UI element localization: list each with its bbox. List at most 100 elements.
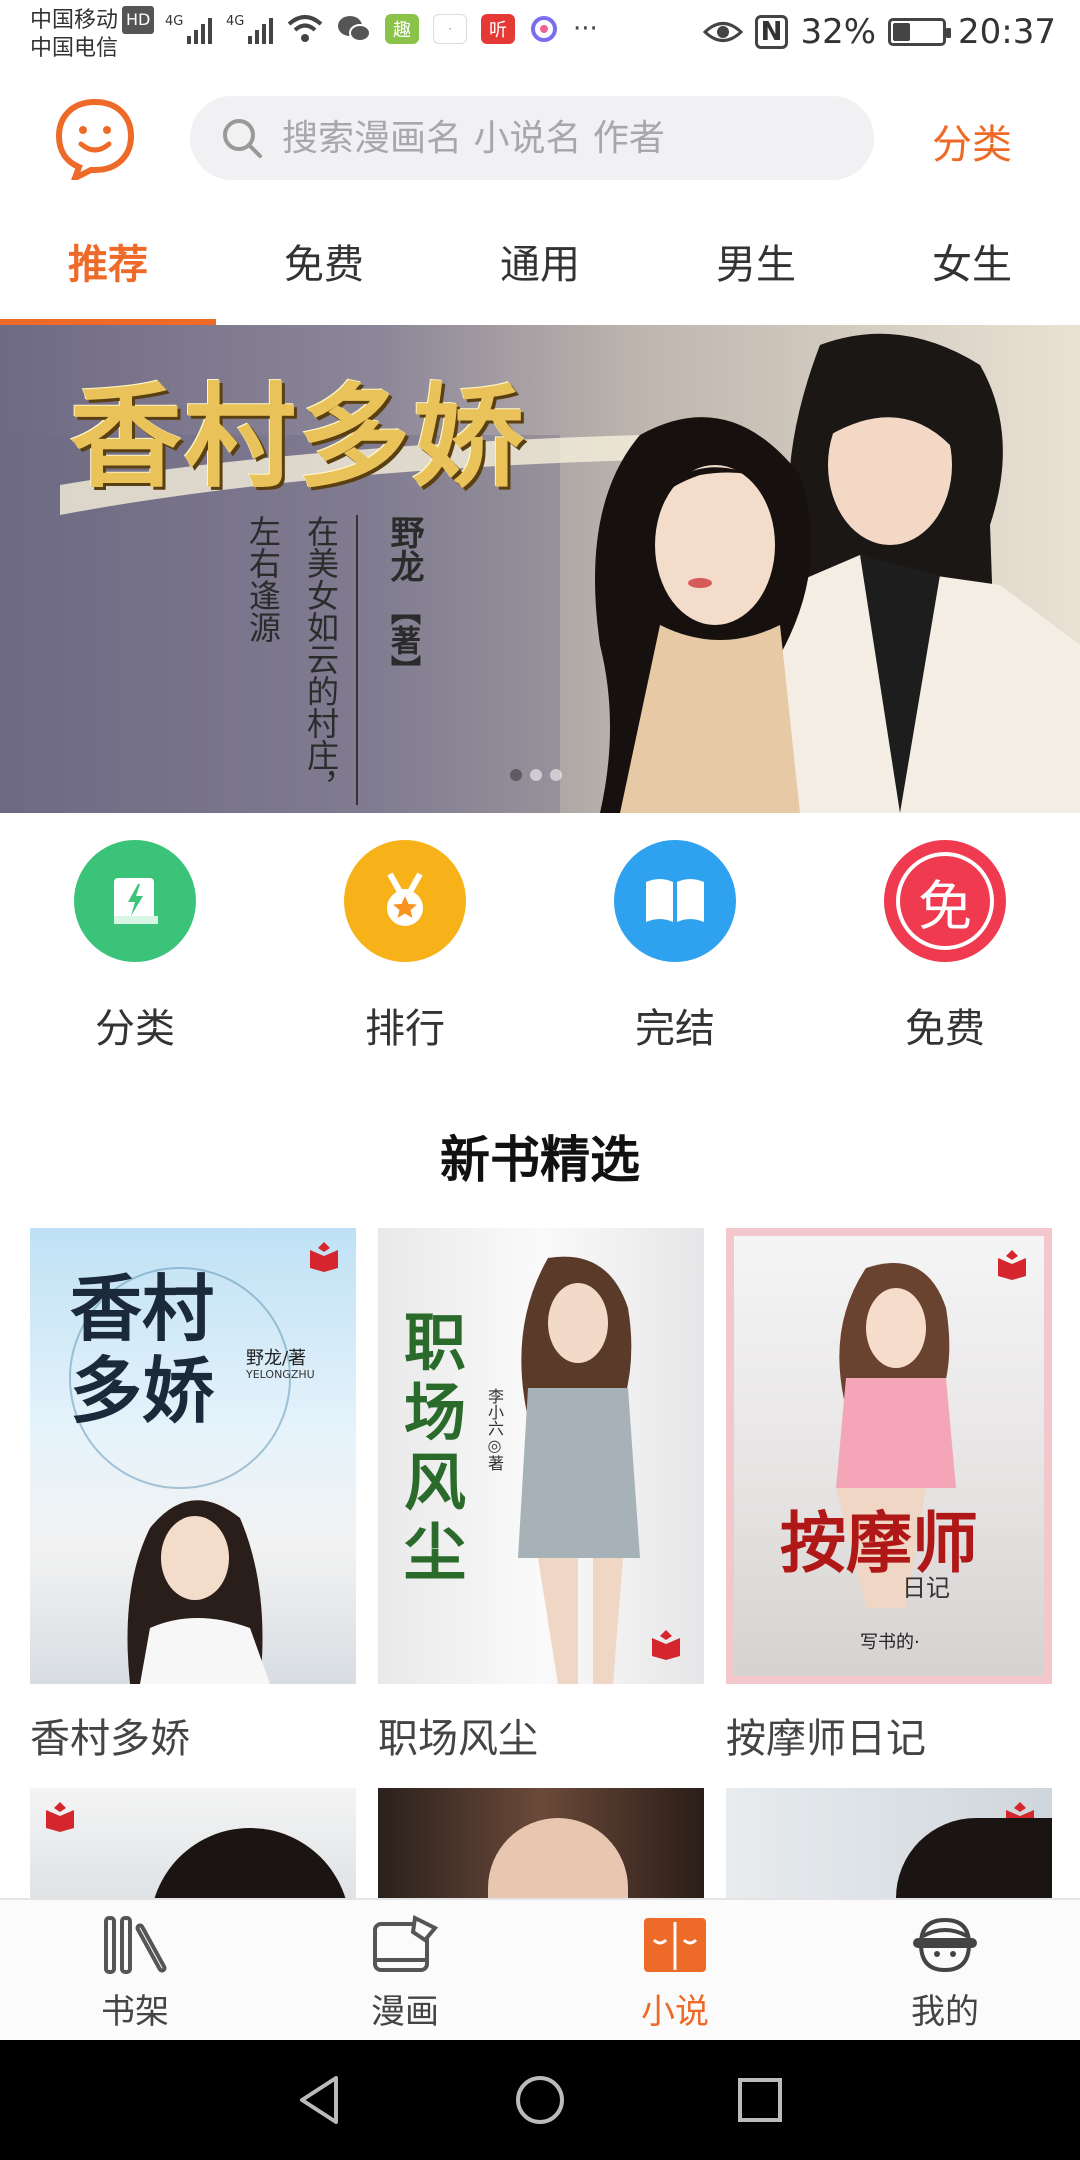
medal-icon bbox=[344, 840, 466, 962]
quick-entry-completed[interactable]: 完结 bbox=[540, 840, 810, 1070]
banner-author-mark: 【著】 bbox=[385, 595, 420, 685]
book-cover[interactable]: 香村多娇 野龙/著 YELONGZHU bbox=[30, 1228, 356, 1684]
bookshelf-icon bbox=[104, 1916, 167, 1974]
app-logo-icon[interactable] bbox=[55, 96, 135, 180]
cover-author: 野龙/著 bbox=[246, 1348, 307, 1369]
tab-male[interactable]: 男生 bbox=[648, 210, 864, 325]
eye-icon bbox=[702, 22, 743, 42]
search-icon bbox=[223, 119, 262, 158]
hd-badge: HD bbox=[122, 6, 155, 34]
recents-icon[interactable] bbox=[732, 2072, 788, 2128]
tab-free[interactable]: 免费 bbox=[216, 210, 432, 325]
quick-entry-label: 完结 bbox=[635, 1006, 715, 1052]
book-cover[interactable] bbox=[378, 1788, 704, 1898]
free-glyph: 免 bbox=[896, 852, 994, 950]
publisher-mark-icon bbox=[310, 1242, 338, 1272]
cover-title: 职场风尘 bbox=[404, 1306, 467, 1589]
quick-entry-label: 分类 bbox=[95, 1006, 175, 1052]
book-title[interactable]: 职场风尘 bbox=[378, 1706, 704, 1764]
quick-entries: 分类 排行 完结 免 免费 bbox=[0, 840, 1080, 1070]
status-right: N 32% 20:37 bbox=[702, 12, 1056, 52]
quick-entry-free[interactable]: 免 免费 bbox=[810, 840, 1080, 1070]
book-title[interactable]: 按摩师日记 bbox=[726, 1706, 1052, 1764]
nav-label: 书架 bbox=[101, 1992, 169, 2032]
book-card[interactable]: 香村多娇 野龙/著 YELONGZHU 香村多娇 bbox=[30, 1228, 356, 1764]
banner-pager bbox=[510, 769, 562, 781]
nav-profile[interactable]: 我的 bbox=[810, 1900, 1080, 2040]
free-icon: 免 bbox=[884, 840, 1006, 962]
banner-tagline: 在美女如云的村庄， bbox=[302, 515, 340, 803]
banner-author: 野龙 bbox=[384, 515, 424, 583]
quick-entry-ranking[interactable]: 排行 bbox=[270, 840, 540, 1070]
signal-icon: 4G bbox=[165, 14, 212, 44]
banner-title: 香村多娇 bbox=[70, 372, 526, 503]
nav-label: 我的 bbox=[911, 1992, 979, 2032]
pager-dot[interactable] bbox=[530, 769, 542, 781]
pager-dot[interactable] bbox=[510, 769, 522, 781]
publisher-mark-icon bbox=[998, 1250, 1026, 1280]
cover-title: 香村多娇 bbox=[70, 1266, 215, 1433]
app-notification-icon bbox=[531, 16, 557, 42]
profile-icon bbox=[913, 1917, 977, 1973]
promo-banner[interactable]: 香村多娇 野龙 【著】 在美女如云的村庄， 左右逢源 bbox=[0, 325, 1080, 813]
quick-entry-category[interactable]: 分类 bbox=[0, 840, 270, 1070]
cover-author-en: YELONGZHU bbox=[246, 1368, 315, 1381]
book-card[interactable] bbox=[726, 1788, 1052, 1898]
book-card[interactable]: 按摩师 日记 写书的· 按摩师日记 bbox=[726, 1228, 1052, 1764]
open-book-icon bbox=[614, 840, 736, 962]
search-input[interactable] bbox=[282, 117, 842, 159]
battery-level bbox=[893, 23, 910, 41]
nav-label: 漫画 bbox=[371, 1992, 439, 2032]
book-bolt-icon bbox=[74, 840, 196, 962]
wechat-icon bbox=[338, 16, 371, 42]
network-type-2: 4G bbox=[226, 14, 245, 29]
cover-subtitle: 日记 bbox=[902, 1574, 950, 1602]
book-grid-row-2 bbox=[30, 1788, 1060, 1898]
banner-divider bbox=[356, 515, 358, 805]
tab-female[interactable]: 女生 bbox=[864, 210, 1080, 325]
category-link[interactable]: 分类 bbox=[932, 112, 1012, 170]
pager-dot[interactable] bbox=[550, 769, 562, 781]
publisher-mark-icon bbox=[46, 1802, 74, 1832]
search-header: 分类 bbox=[0, 70, 1080, 210]
more-notifications: ··· bbox=[573, 14, 598, 44]
book-card[interactable]: 职场风尘 李小六◎著 职场风尘 bbox=[378, 1228, 704, 1764]
book-cover[interactable] bbox=[726, 1788, 1052, 1898]
app-notification-icon: 听 bbox=[481, 14, 515, 44]
section-title: 新书精选 bbox=[440, 1131, 640, 1189]
app-notification-icon: 趣 bbox=[385, 14, 419, 44]
quick-entry-label: 免费 bbox=[905, 1006, 985, 1052]
cover-author: 写书的· bbox=[860, 1632, 920, 1653]
book-card[interactable] bbox=[378, 1788, 704, 1898]
book-title[interactable]: 香村多娇 bbox=[30, 1706, 356, 1764]
nav-novels[interactable]: 小说 bbox=[540, 1900, 810, 2040]
book-grid: 香村多娇 野龙/著 YELONGZHU 香村多娇 职场风尘 李小六◎著 职场风尘 bbox=[30, 1228, 1060, 1764]
back-icon[interactable] bbox=[292, 2072, 348, 2128]
book-cover[interactable]: 按摩师 日记 写书的· bbox=[726, 1228, 1052, 1684]
tab-general[interactable]: 通用 bbox=[432, 210, 648, 325]
cover-author: 李小六◎著 bbox=[485, 1388, 504, 1471]
carrier-1: 中国移动 bbox=[30, 8, 119, 33]
status-bar: 中国移动 HD 中国电信 4G 4G 趣 · 听 ··· N 32% 20:37 bbox=[0, 0, 1080, 70]
channel-tabs: 推荐 免费 通用 男生 女生 bbox=[0, 210, 1080, 325]
carrier-2: 中国电信 bbox=[30, 36, 119, 61]
tab-recommend[interactable]: 推荐 bbox=[0, 210, 216, 325]
book-cover[interactable] bbox=[30, 1788, 356, 1898]
home-icon[interactable] bbox=[512, 2072, 568, 2128]
quick-entry-label: 排行 bbox=[365, 1006, 445, 1052]
battery-icon bbox=[888, 18, 952, 46]
nav-bookshelf[interactable]: 书架 bbox=[0, 1900, 270, 2040]
book-card[interactable] bbox=[30, 1788, 356, 1898]
battery-percent: 32% bbox=[800, 12, 877, 52]
network-type-1: 4G bbox=[165, 14, 184, 29]
status-icons: 4G 4G 趣 · 听 ··· bbox=[165, 14, 598, 44]
system-nav-bar bbox=[0, 2040, 1080, 2160]
nav-comics[interactable]: 漫画 bbox=[270, 1900, 540, 2040]
nfc-icon: N bbox=[754, 15, 789, 49]
search-bar[interactable] bbox=[190, 96, 874, 180]
carrier-info: 中国移动 HD 中国电信 bbox=[30, 6, 155, 63]
wifi-icon bbox=[287, 15, 323, 42]
app-notification-icon: · bbox=[433, 14, 467, 44]
signal-icon: 4G bbox=[226, 14, 273, 44]
book-cover[interactable]: 职场风尘 李小六◎著 bbox=[378, 1228, 704, 1684]
